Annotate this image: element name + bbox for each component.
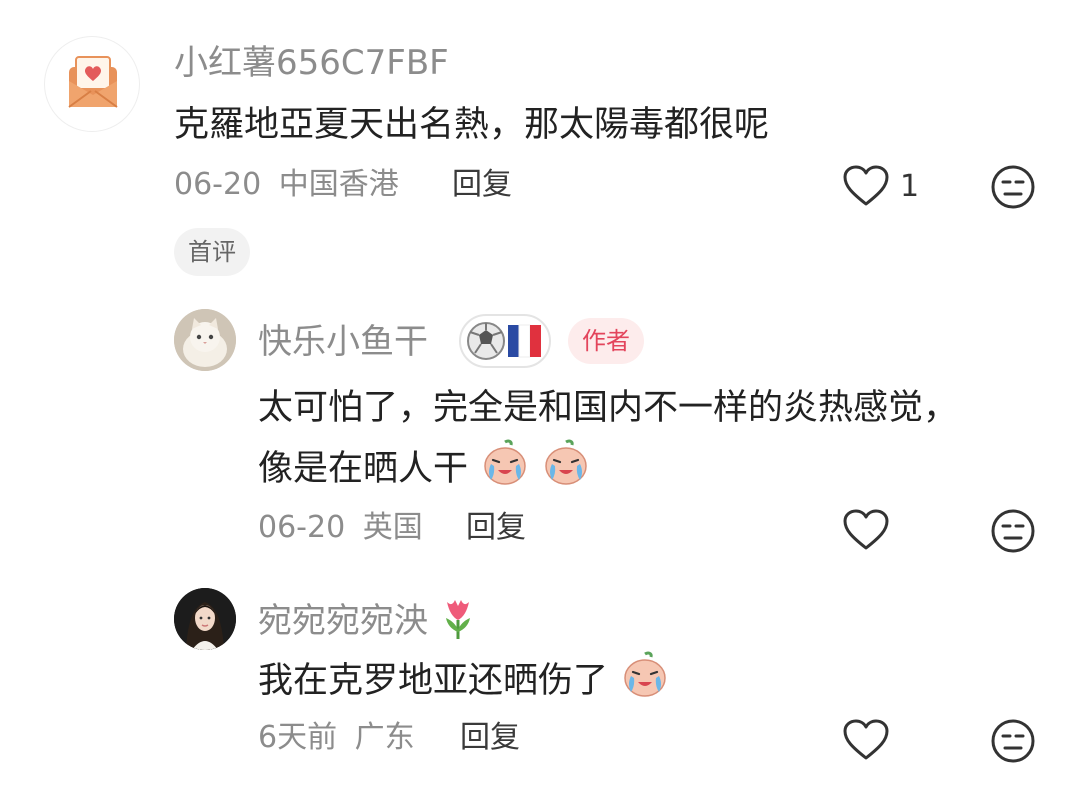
avatar[interactable] bbox=[174, 588, 236, 650]
comment-meta: 6天前 广东 bbox=[258, 718, 415, 758]
comment-text: 我在克罗地亚还晒伤了 bbox=[258, 661, 609, 701]
like-button[interactable]: 1 bbox=[842, 164, 932, 208]
comment-username[interactable]: 宛宛宛宛泱 bbox=[258, 601, 428, 641]
woman-avatar-icon bbox=[174, 588, 236, 650]
comment-date: 06-20 bbox=[258, 510, 346, 545]
comment-username[interactable]: 小红薯656C7FBF bbox=[174, 43, 449, 83]
comment-username[interactable]: 快乐小鱼干 bbox=[258, 322, 428, 362]
heart-icon bbox=[843, 719, 889, 760]
like-count: 1 bbox=[900, 169, 920, 204]
neutral-face-button[interactable] bbox=[990, 718, 1036, 768]
comment-text-line2-wrap: 像是在晒人干 bbox=[258, 438, 590, 497]
comment-location: 广东 bbox=[354, 720, 415, 755]
reply-button[interactable]: 回复 bbox=[466, 508, 526, 548]
envelope-heart-icon bbox=[68, 56, 118, 108]
avatar[interactable] bbox=[44, 36, 140, 132]
comment-meta: 06-20 中国香港 bbox=[174, 165, 399, 205]
comment-location: 中国香港 bbox=[278, 167, 399, 202]
neutral-face-icon bbox=[991, 719, 1035, 763]
author-tag: 作者 bbox=[568, 318, 644, 364]
like-button[interactable] bbox=[842, 718, 890, 766]
neutral-face-icon bbox=[991, 165, 1035, 209]
comment-text-line1: 太可怕了，完全是和国内不一样的炎热感觉， bbox=[258, 388, 959, 428]
cat-avatar-icon bbox=[174, 309, 236, 371]
comment-username-wrap: 宛宛宛宛泱 bbox=[258, 596, 475, 641]
heart-icon bbox=[843, 509, 889, 550]
comment-text: 克羅地亞夏天出名熱，那太陽毒都很呢 bbox=[174, 105, 770, 145]
comment-location: 英国 bbox=[362, 510, 423, 545]
like-button[interactable] bbox=[842, 508, 890, 556]
comment-text-line2: 像是在晒人干 bbox=[258, 449, 469, 489]
reply-button[interactable]: 回复 bbox=[452, 165, 512, 205]
football-france-flag-icon bbox=[458, 313, 552, 373]
comment-date: 6天前 bbox=[258, 720, 338, 755]
first-comment-tag: 首评 bbox=[174, 228, 250, 276]
reply-button[interactable]: 回复 bbox=[460, 718, 520, 758]
crying-face-emoji-icon bbox=[545, 439, 588, 485]
crying-face-emoji-icon bbox=[624, 651, 666, 697]
avatar[interactable] bbox=[174, 309, 236, 371]
neutral-face-icon bbox=[991, 509, 1035, 553]
neutral-face-button[interactable] bbox=[990, 164, 1036, 214]
comment-date: 06-20 bbox=[174, 167, 262, 202]
neutral-face-button[interactable] bbox=[990, 508, 1036, 558]
tulip-icon bbox=[445, 600, 470, 639]
comment-text-wrap: 我在克罗地亚还晒伤了 bbox=[258, 650, 669, 709]
comment-meta: 06-20 英国 bbox=[258, 508, 423, 548]
heart-icon bbox=[843, 165, 889, 206]
crying-face-emoji-icon bbox=[484, 439, 526, 485]
